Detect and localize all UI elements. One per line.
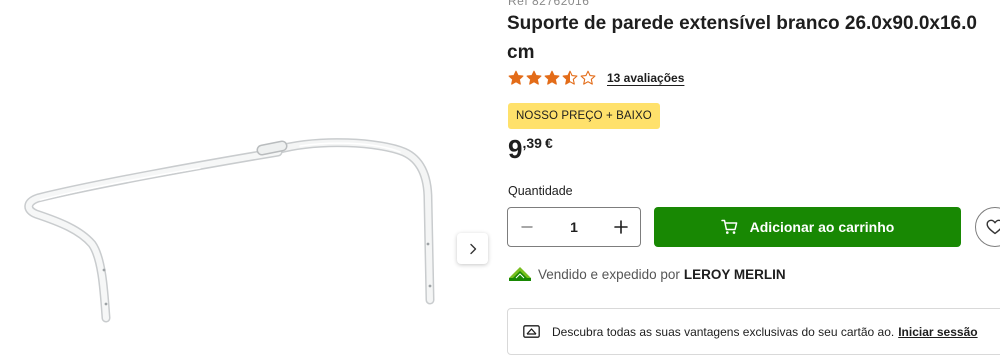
quantity-label: Quantidade: [508, 184, 573, 198]
plus-icon: [614, 220, 628, 234]
price-integer: 9: [508, 134, 523, 164]
product-reference: Ref 82762016: [508, 0, 590, 8]
leroy-merlin-logo-icon: [508, 266, 532, 282]
rating-stars: [508, 70, 596, 86]
price-badge: NOSSO PREÇO + BAIXO: [508, 103, 660, 129]
star-icon: [526, 70, 542, 85]
price-currency: €: [544, 135, 553, 151]
product-price: 9 ,39 €: [508, 133, 553, 165]
heart-icon: [986, 219, 1000, 235]
wishlist-button[interactable]: [975, 207, 1000, 247]
add-to-cart-label: Adicionar ao carrinho: [749, 219, 895, 235]
product-image: [24, 138, 435, 323]
cart-icon: [720, 219, 738, 235]
add-to-cart-button[interactable]: Adicionar ao carrinho: [654, 207, 961, 247]
star-icon: [544, 70, 560, 85]
login-link[interactable]: Iniciar sessão: [898, 325, 977, 339]
price-decimal: ,39: [522, 135, 542, 151]
seller-name: LEROY MERLIN: [683, 266, 786, 282]
reviews-link[interactable]: 13 avaliações: [607, 71, 684, 85]
banner-text: Descubra todas as suas vantagens exclusi…: [552, 324, 895, 339]
product-rating[interactable]: 13 avaliações: [508, 69, 684, 87]
quantity-increase-button[interactable]: [602, 208, 640, 246]
quantity-stepper: [507, 207, 641, 247]
gallery-next-button[interactable]: [457, 233, 488, 264]
chevron-right-icon: [469, 243, 476, 254]
seller-prefix: Vendido e expedido por: [538, 266, 680, 282]
quantity-decrease-button[interactable]: [508, 208, 546, 246]
card-icon: [523, 325, 540, 338]
star-icon: [580, 70, 596, 85]
star-icon: [562, 70, 578, 85]
seller-info: Vendido e expedido por LEROY MERLIN: [508, 266, 786, 282]
product-title: Suporte de parede extensível branco 26.0…: [507, 13, 977, 63]
quantity-input[interactable]: [546, 219, 602, 235]
product-gallery: [0, 0, 495, 363]
minus-icon: [521, 226, 533, 228]
star-icon: [508, 70, 524, 85]
loyalty-card-banner: Descubra todas as suas vantagens exclusi…: [507, 308, 1000, 355]
